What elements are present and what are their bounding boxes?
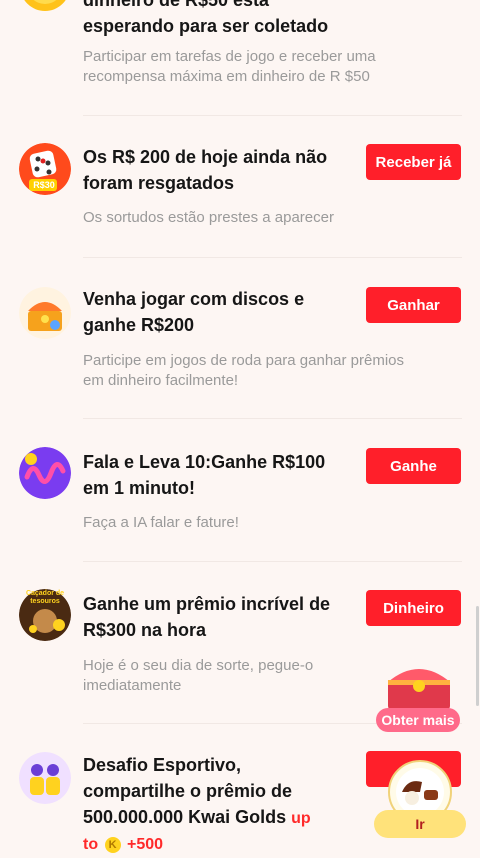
money-button[interactable]: Dinheiro	[366, 590, 461, 626]
task-title: Fala e Leva 10:Ganhe R$100 em 1 minuto!	[83, 452, 326, 498]
divider	[83, 561, 462, 562]
reward-prefix-to: to	[83, 836, 99, 853]
reward-amount: +500	[127, 836, 164, 853]
divider	[83, 418, 462, 419]
receive-now-button[interactable]: Receber já	[366, 144, 461, 180]
earn-button[interactable]: Ganhar	[366, 287, 461, 323]
task-description: Participar em tarefas de jogo e receber …	[83, 48, 376, 85]
scrollbar[interactable]	[476, 606, 479, 706]
get-more-button[interactable]: Obter mais	[376, 708, 460, 732]
task-title: dinheiro de R$50 está esperando para ser…	[83, 0, 329, 36]
task-description: Hoje é o seu dia de sorte, pegue-o imedi…	[83, 657, 314, 694]
task-title: Ganhe um prêmio incrível de R$300 na hor…	[83, 594, 331, 640]
reward-prefix: up	[291, 810, 311, 827]
divider	[83, 115, 462, 116]
treasure-chest-icon	[19, 287, 71, 339]
task-description: Faça a IA falar e fature!	[83, 514, 239, 531]
floating-chest-widget[interactable]: Obter mais	[376, 656, 462, 736]
task-title: Desafio Esportivo, compartilhe o prêmio …	[83, 755, 311, 853]
go-button[interactable]: Ir	[374, 810, 466, 838]
voice-wave-icon	[19, 447, 71, 499]
floating-chest-icon	[388, 669, 450, 710]
icon-badge: R$30	[33, 180, 55, 190]
task-list: dinheiro de R$50 está esperando para ser…	[0, 0, 480, 854]
task-description: Participe em jogos de roda para ganhar p…	[83, 352, 405, 389]
task-description: Os sortudos estão prestes a aparecer	[83, 209, 334, 226]
floating-food-widget[interactable]: Ir	[372, 760, 468, 840]
win-button[interactable]: Ganhe	[366, 448, 461, 484]
task-title: Venha jogar com discos e ganhe R$200	[83, 289, 305, 335]
sports-challenge-icon	[19, 752, 71, 804]
icon-text: Caçador de tesouros	[25, 590, 65, 605]
coin-icon	[19, 0, 71, 12]
kwai-coin-icon: K	[104, 836, 121, 853]
task-title: Os R$ 200 de hoje ainda não foram resgat…	[83, 147, 328, 193]
divider	[83, 257, 462, 258]
